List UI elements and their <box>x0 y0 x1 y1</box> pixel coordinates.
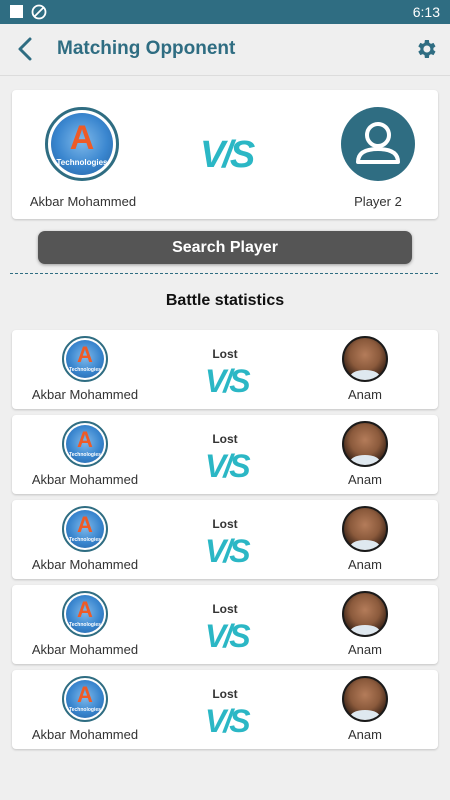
vs-label: V/S <box>205 363 251 399</box>
opponent-avatar <box>342 336 388 382</box>
page-title: Matching Opponent <box>57 38 236 59</box>
status-bar: 6:13 <box>0 0 450 24</box>
opponent-photo <box>350 540 380 550</box>
section-divider <box>10 273 438 274</box>
do-not-disturb-icon <box>31 4 47 20</box>
vs-label: V/S <box>200 134 255 176</box>
player1-name: Akbar Mohammed <box>29 194 137 209</box>
logo-letter: A <box>69 119 95 157</box>
opponent-avatar <box>342 676 388 722</box>
notification-square-icon <box>10 5 23 18</box>
opponent-photo <box>350 370 380 380</box>
player2-avatar[interactable] <box>341 107 415 181</box>
user-placeholder-icon <box>356 122 400 164</box>
opponent-photo <box>350 710 380 720</box>
player-name: Akbar Mohammed <box>31 557 139 572</box>
opponent-name: Anam <box>348 557 382 572</box>
battle-row: A Technologies Akbar Mohammed Lost V/S A… <box>12 585 438 664</box>
opponent-avatar <box>342 421 388 467</box>
opponent-name: Anam <box>348 472 382 487</box>
player-name: Akbar Mohammed <box>31 727 139 742</box>
opponent-name: Anam <box>348 387 382 402</box>
vs-label: V/S <box>205 618 251 654</box>
logo-text: Technologies <box>69 537 101 543</box>
opponent-name: Anam <box>348 642 382 657</box>
logo-text: Technologies <box>69 707 101 713</box>
battle-row: A Technologies Akbar Mohammed Lost V/S A… <box>12 415 438 494</box>
logo-text: Technologies <box>69 452 101 458</box>
player-name: Akbar Mohammed <box>31 472 139 487</box>
opponent-name: Anam <box>348 727 382 742</box>
player-name: Akbar Mohammed <box>31 642 139 657</box>
gear-icon[interactable] <box>414 37 438 61</box>
logo-text: Technologies <box>69 367 101 373</box>
logo-text: Technologies <box>56 158 108 167</box>
logo-text: Technologies <box>69 622 101 628</box>
status-time: 6:13 <box>412 4 440 20</box>
player-name: Akbar Mohammed <box>31 387 139 402</box>
app-bar: Matching Opponent <box>0 24 450 76</box>
battle-statistics-title: Battle statistics <box>165 292 285 309</box>
opponent-avatar <box>342 506 388 552</box>
opponent-photo <box>350 455 380 465</box>
battle-row: A Technologies Akbar Mohammed Lost V/S A… <box>12 500 438 579</box>
opponent-avatar <box>342 591 388 637</box>
company-logo: A Technologies <box>51 113 113 175</box>
vs-label: V/S <box>205 703 251 739</box>
back-arrow-icon[interactable] <box>14 36 40 62</box>
opponent-photo <box>350 625 380 635</box>
player1-avatar: A Technologies <box>45 107 119 181</box>
battle-row: A Technologies Akbar Mohammed Lost V/S A… <box>12 330 438 409</box>
search-player-button[interactable]: Search Player <box>38 231 412 264</box>
player2-name: Player 2 <box>354 194 402 209</box>
matchup-card: A Technologies Akbar Mohammed V/S Player… <box>12 90 438 219</box>
vs-label: V/S <box>205 448 251 484</box>
battle-row: A Technologies Akbar Mohammed Lost V/S A… <box>12 670 438 749</box>
vs-label: V/S <box>205 533 251 569</box>
